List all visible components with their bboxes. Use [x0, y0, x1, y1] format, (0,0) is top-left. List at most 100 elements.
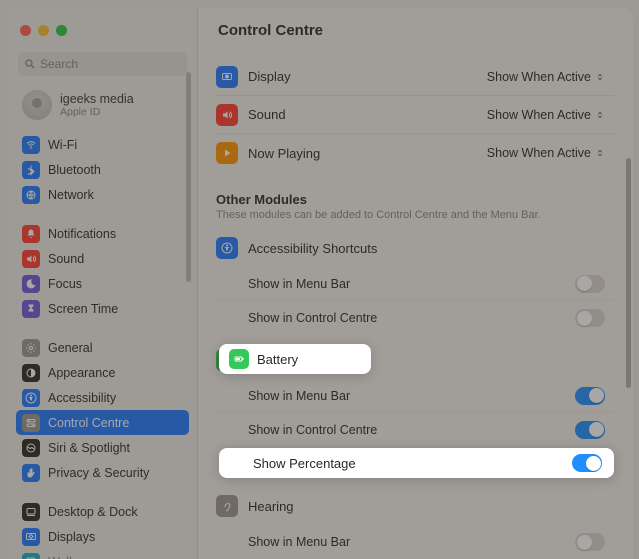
appearance-icon	[22, 364, 40, 382]
accessibility-toggle-0[interactable]	[575, 275, 605, 293]
accessibility-toggle-1[interactable]	[575, 309, 605, 327]
content-scrollbar[interactable]	[624, 48, 633, 559]
wallpaper-icon	[22, 553, 40, 559]
sub-row-label: Show in Control Centre	[248, 423, 377, 437]
sidebar-item-screen-time[interactable]: Screen Time	[16, 296, 189, 321]
siri-icon	[22, 439, 40, 457]
show-percentage-toggle[interactable]	[572, 454, 602, 472]
accessibility-icon	[22, 389, 40, 407]
sidebar-item-label: Control Centre	[48, 416, 129, 430]
sound-icon	[216, 104, 238, 126]
sound-icon	[22, 250, 40, 268]
bluetooth-icon	[22, 161, 40, 179]
sidebar-item-label: Sound	[48, 252, 84, 266]
show-percentage-label: Show Percentage	[253, 456, 356, 471]
close-icon[interactable]	[20, 25, 31, 36]
sidebar-item-appearance[interactable]: Appearance	[16, 360, 189, 385]
sidebar-item-network[interactable]: Network	[16, 182, 189, 207]
sidebar-item-privacy-security[interactable]: Privacy & Security	[16, 460, 189, 485]
sidebar: Search igeeks media Apple ID Wi-Fi Blueto…	[8, 8, 198, 559]
module-label: Sound	[248, 107, 286, 122]
account-name: igeeks media	[60, 92, 134, 106]
hearing-row: Hearing	[216, 487, 615, 525]
sidebar-item-bluetooth[interactable]: Bluetooth	[16, 157, 189, 182]
sidebar-item-siri-spotlight[interactable]: Siri & Spotlight	[16, 435, 189, 460]
zoom-icon[interactable]	[56, 25, 67, 36]
sub-row-label: Show in Menu Bar	[248, 277, 350, 291]
battery-toggle-1[interactable]	[575, 421, 605, 439]
module-select[interactable]: Show When Active	[487, 146, 605, 160]
top-modules-block: Display Show When Active Sound Show When Ac…	[216, 58, 615, 172]
sidebar-item-label: Screen Time	[48, 302, 118, 316]
module-select[interactable]: Show When Active	[487, 70, 605, 84]
moon-icon	[22, 275, 40, 293]
other-modules-title: Other Modules	[216, 192, 615, 207]
chevron-updown-icon	[595, 146, 605, 160]
sub-row-label: Show in Control Centre	[248, 311, 377, 325]
sidebar-item-notifications[interactable]: Notifications	[16, 221, 189, 246]
show-percentage-highlight: Show Percentage	[219, 448, 614, 478]
hearing-label: Hearing	[248, 499, 294, 514]
module-row-now-playing: Now Playing Show When Active	[216, 134, 615, 172]
sidebar-item-control-centre[interactable]: Control Centre	[16, 410, 189, 435]
sub-row-label: Show in Menu Bar	[248, 535, 350, 549]
ear-icon	[216, 495, 238, 517]
sidebar-item-label: General	[48, 341, 92, 355]
module-select[interactable]: Show When Active	[487, 108, 605, 122]
wifi-icon	[22, 136, 40, 154]
sidebar-item-wallpaper[interactable]: Wallpaper	[16, 549, 189, 559]
sidebar-item-wi-fi[interactable]: Wi-Fi	[16, 132, 189, 157]
module-row-display: Display Show When Active	[216, 58, 615, 96]
battery-icon	[229, 349, 249, 369]
sidebar-item-label: Network	[48, 188, 94, 202]
sub-row-label: Show in Menu Bar	[248, 389, 350, 403]
module-label: Display	[248, 69, 291, 84]
accessibility-show-in-menu-bar: Show in Menu Bar	[216, 267, 615, 301]
sidebar-item-focus[interactable]: Focus	[16, 271, 189, 296]
search-icon	[24, 58, 36, 70]
chevron-updown-icon	[595, 70, 605, 84]
hourglass-icon	[22, 300, 40, 318]
battery-show-in-menu-bar: Show in Menu Bar	[216, 379, 615, 413]
display-icon	[216, 66, 238, 88]
sidebar-item-label: Desktop & Dock	[48, 505, 138, 519]
accessibility-show-in-control-centre: Show in Control Centre	[216, 301, 615, 335]
module-row-sound: Sound Show When Active	[216, 96, 615, 134]
sidebar-item-label: Privacy & Security	[48, 466, 149, 480]
sidebar-item-label: Wallpaper	[48, 555, 104, 559]
sidebar-item-displays[interactable]: Displays	[16, 524, 189, 549]
sidebar-item-label: Notifications	[48, 227, 116, 241]
sidebar-item-label: Siri & Spotlight	[48, 441, 130, 455]
sidebar-list: Wi-Fi Bluetooth Network Notifications Sound F…	[8, 132, 197, 559]
sidebar-item-desktop-dock[interactable]: Desktop & Dock	[16, 499, 189, 524]
network-icon	[22, 186, 40, 204]
account-row[interactable]: igeeks media Apple ID	[8, 86, 197, 132]
hearing-show-in-menu-bar: Show in Menu Bar	[216, 525, 615, 559]
battery-toggle-0[interactable]	[575, 387, 605, 405]
accessibility-shortcuts-label: Accessibility Shortcuts	[248, 241, 377, 256]
other-modules-sub: These modules can be added to Control Ce…	[216, 209, 615, 221]
hand-icon	[22, 464, 40, 482]
sidebar-scrollbar[interactable]	[186, 72, 191, 282]
sidebar-item-label: Accessibility	[48, 391, 116, 405]
hearing-toggle-0[interactable]	[575, 533, 605, 551]
page-title: Control Centre	[198, 8, 633, 52]
displays-icon	[22, 528, 40, 546]
gear-icon	[22, 339, 40, 357]
sidebar-item-label: Bluetooth	[48, 163, 101, 177]
sidebar-item-label: Appearance	[48, 366, 115, 380]
accessibility-shortcuts-row: Accessibility Shortcuts	[216, 229, 615, 267]
module-label: Now Playing	[248, 146, 320, 161]
battery-highlight: Battery	[219, 344, 371, 374]
chevron-updown-icon	[595, 108, 605, 122]
minimize-icon[interactable]	[38, 25, 49, 36]
window-titlebar	[8, 8, 197, 52]
sidebar-item-sound[interactable]: Sound	[16, 246, 189, 271]
sidebar-item-label: Focus	[48, 277, 82, 291]
sidebar-item-general[interactable]: General	[16, 335, 189, 360]
search-input[interactable]: Search	[18, 52, 187, 76]
sidebar-item-label: Wi-Fi	[48, 138, 77, 152]
controlcentre-icon	[22, 414, 40, 432]
sidebar-item-accessibility[interactable]: Accessibility	[16, 385, 189, 410]
bell-icon	[22, 225, 40, 243]
